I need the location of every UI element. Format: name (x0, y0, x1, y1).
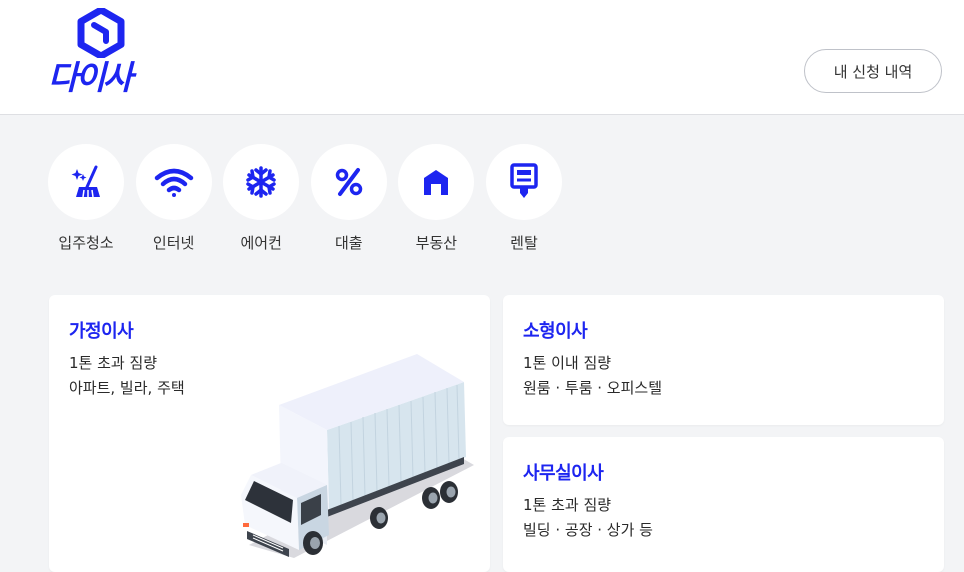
truck-illustration (241, 354, 474, 558)
office-move-card[interactable]: 사무실이사 1톤 초과 짐량 빌딩 · 공장 · 상가 등 (503, 437, 944, 572)
rental-icon (510, 163, 538, 198)
logo-hexagon-icon (77, 8, 125, 58)
service-realestate-circle (398, 144, 475, 220)
service-internet[interactable]: 인터넷 (135, 144, 212, 264)
my-requests-button[interactable]: 내 신청 내역 (804, 49, 942, 93)
cleaning-icon (71, 165, 100, 198)
service-label: 에어컨 (240, 234, 282, 252)
logo-text: 다이사 (48, 58, 133, 97)
service-label: 렌탈 (510, 234, 538, 252)
card-description: 빌딩 · 공장 · 상가 등 (523, 521, 653, 539)
service-loan[interactable]: 대출 (310, 144, 387, 264)
service-shortcuts: 입주청소 인터넷 에어컨 대출 부동산 렌탈 (48, 144, 574, 264)
service-cleaning[interactable]: 입주청소 (48, 144, 124, 264)
service-rental-circle (485, 144, 562, 220)
service-aircon-circle (223, 144, 300, 220)
card-title: 사무실이사 (523, 463, 604, 484)
card-description: 1톤 초과 짐량 (69, 354, 158, 372)
card-description: 1톤 초과 짐량 (523, 496, 612, 514)
card-title: 가정이사 (69, 321, 134, 342)
logo[interactable]: 다이사 (48, 8, 160, 100)
app-header: 다이사 내 신청 내역 (0, 0, 964, 115)
service-rental[interactable]: 렌탈 (485, 144, 562, 264)
family-move-card[interactable]: 가정이사 1톤 초과 짐량 아파트, 빌라, 주택 (49, 295, 490, 572)
service-aircon[interactable]: 에어컨 (223, 144, 300, 264)
service-label: 입주청소 (58, 234, 114, 252)
snowflake-icon (246, 166, 276, 198)
wifi-icon (154, 168, 193, 197)
service-loan-circle (310, 144, 387, 220)
card-description: 아파트, 빌라, 주택 (69, 379, 185, 397)
service-cleaning-circle (48, 144, 124, 220)
percent-icon (335, 168, 363, 196)
card-title: 소형이사 (523, 321, 588, 342)
card-description: 1톤 이내 짐량 (523, 354, 612, 372)
small-move-card[interactable]: 소형이사 1톤 이내 짐량 원룸 · 투룸 · 오피스텔 (503, 295, 944, 425)
service-label: 대출 (334, 234, 363, 252)
card-description: 원룸 · 투룸 · 오피스텔 (523, 379, 663, 397)
service-label: 부동산 (415, 234, 458, 252)
service-realestate[interactable]: 부동산 (398, 144, 475, 264)
house-icon (424, 170, 449, 195)
service-label: 인터넷 (152, 234, 195, 252)
service-internet-circle (135, 144, 212, 220)
